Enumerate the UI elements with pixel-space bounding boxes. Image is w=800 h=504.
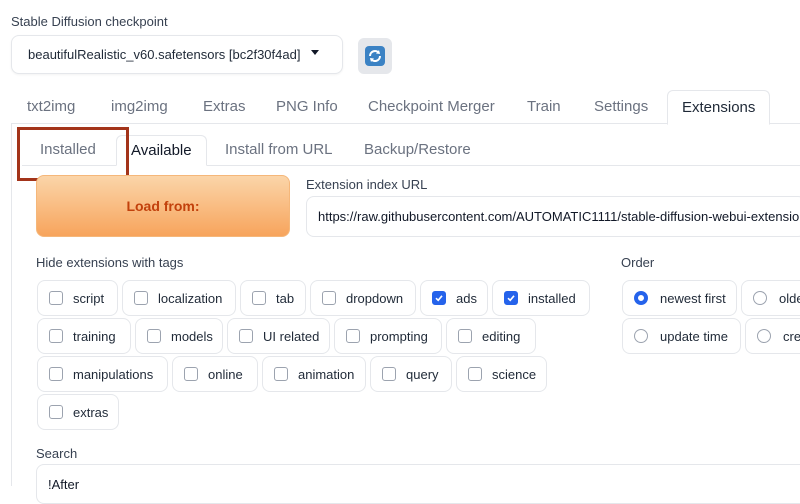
checkbox-icon — [252, 291, 266, 305]
radio-label: update time — [660, 328, 728, 344]
checkbox-icon — [382, 367, 396, 381]
checkbox-icon — [49, 367, 63, 381]
tag-science-checkbox[interactable]: science — [456, 356, 547, 392]
checkbox-icon — [322, 291, 336, 305]
radio-icon — [753, 291, 767, 305]
subtab-backup-restore[interactable]: Backup/Restore — [364, 135, 471, 165]
tag-label: online — [208, 366, 243, 382]
checkmark-icon — [504, 291, 518, 305]
search-input[interactable]: !After — [36, 464, 800, 504]
tag-editing-checkbox[interactable]: editing — [446, 318, 536, 354]
subtab-available[interactable]: Available — [116, 135, 207, 166]
checkbox-icon — [239, 329, 253, 343]
order-update-time-radio[interactable]: update time — [622, 318, 741, 354]
refresh-checkpoints-button[interactable] — [358, 38, 392, 74]
panel-border — [11, 124, 12, 486]
tag-label: UI related — [263, 328, 320, 344]
main-tabs: txt2img img2img Extras PNG Info Checkpoi… — [0, 90, 800, 125]
tag-label: manipulations — [73, 366, 154, 382]
tag-label: animation — [298, 366, 355, 382]
tag-label: extras — [73, 404, 109, 420]
checkpoint-value: beautifulRealistic_v60.safetensors [bc2f… — [28, 47, 301, 62]
radio-label: newest first — [660, 290, 726, 306]
tag-installed-checkbox[interactable]: installed — [492, 280, 590, 316]
tag-label: models — [171, 328, 213, 344]
tag-localization-checkbox[interactable]: localization — [122, 280, 236, 316]
tag-models-checkbox[interactable]: models — [135, 318, 223, 354]
tag-label: training — [73, 328, 116, 344]
tag-label: prompting — [370, 328, 428, 344]
tab-extras[interactable]: Extras — [203, 90, 246, 124]
tag-ui-related-checkbox[interactable]: UI related — [227, 318, 330, 354]
tag-label: ads — [456, 290, 477, 306]
order-oldest-first-radio[interactable]: oldest first — [741, 280, 800, 316]
chevron-down-icon — [311, 50, 319, 55]
radio-icon — [757, 329, 771, 343]
order-create-time-radio[interactable]: create time — [745, 318, 800, 354]
search-label: Search — [36, 446, 78, 461]
tab-train[interactable]: Train — [527, 90, 561, 124]
tag-animation-checkbox[interactable]: animation — [262, 356, 366, 392]
tag-training-checkbox[interactable]: training — [37, 318, 131, 354]
tag-label: science — [492, 366, 537, 382]
checkbox-icon — [49, 405, 63, 419]
checkpoint-label: Stable Diffusion checkpoint — [11, 14, 168, 29]
checkbox-icon — [346, 329, 360, 343]
checkbox-icon — [49, 291, 63, 305]
tag-label: dropdown — [346, 290, 404, 306]
tab-png-info[interactable]: PNG Info — [276, 90, 338, 124]
radio-selected-icon — [634, 291, 648, 305]
checkbox-icon — [468, 367, 482, 381]
tag-manipulations-checkbox[interactable]: manipulations — [37, 356, 168, 392]
order-label: Order — [621, 255, 655, 270]
radio-label: create time — [783, 328, 800, 344]
tag-query-checkbox[interactable]: query — [370, 356, 452, 392]
checkmark-icon — [432, 291, 446, 305]
tab-img2img[interactable]: img2img — [111, 90, 168, 124]
tab-extensions[interactable]: Extensions — [667, 90, 771, 125]
subtab-install-from-url[interactable]: Install from URL — [225, 135, 333, 165]
tag-script-checkbox[interactable]: script — [37, 280, 118, 316]
checkpoint-dropdown[interactable]: beautifulRealistic_v60.safetensors [bc2f… — [11, 35, 343, 74]
highlight-box — [17, 127, 129, 181]
checkbox-icon — [274, 367, 288, 381]
checkbox-icon — [184, 367, 198, 381]
tab-checkpoint-merger[interactable]: Checkpoint Merger — [368, 90, 495, 124]
tag-label: installed — [528, 290, 576, 306]
extension-index-url-input[interactable]: https://raw.githubusercontent.com/AUTOMA… — [306, 196, 800, 237]
refresh-icon — [365, 46, 385, 66]
tag-tab-checkbox[interactable]: tab — [240, 280, 306, 316]
checkbox-icon — [147, 329, 161, 343]
tag-ads-checkbox[interactable]: ads — [420, 280, 488, 316]
tag-prompting-checkbox[interactable]: prompting — [334, 318, 442, 354]
tag-label: script — [73, 290, 105, 306]
checkbox-icon — [49, 329, 63, 343]
tag-label: query — [406, 366, 439, 382]
order-newest-first-radio[interactable]: newest first — [622, 280, 737, 316]
checkbox-icon — [134, 291, 148, 305]
tag-label: tab — [276, 290, 295, 306]
tag-extras-checkbox[interactable]: extras — [37, 394, 119, 430]
tag-label: editing — [482, 328, 521, 344]
tab-settings[interactable]: Settings — [594, 90, 648, 124]
extension-index-url-value: https://raw.githubusercontent.com/AUTOMA… — [318, 209, 800, 224]
tag-online-checkbox[interactable]: online — [172, 356, 258, 392]
hide-tags-label: Hide extensions with tags — [36, 255, 184, 270]
extension-index-label: Extension index URL — [306, 177, 428, 192]
radio-icon — [634, 329, 648, 343]
load-from-button[interactable]: Load from: — [36, 175, 290, 237]
search-value: !After — [48, 477, 80, 492]
tag-dropdown-checkbox[interactable]: dropdown — [310, 280, 416, 316]
tab-txt2img[interactable]: txt2img — [27, 90, 75, 124]
radio-label: oldest first — [779, 290, 800, 306]
checkbox-icon — [458, 329, 472, 343]
tag-label: localization — [158, 290, 223, 306]
